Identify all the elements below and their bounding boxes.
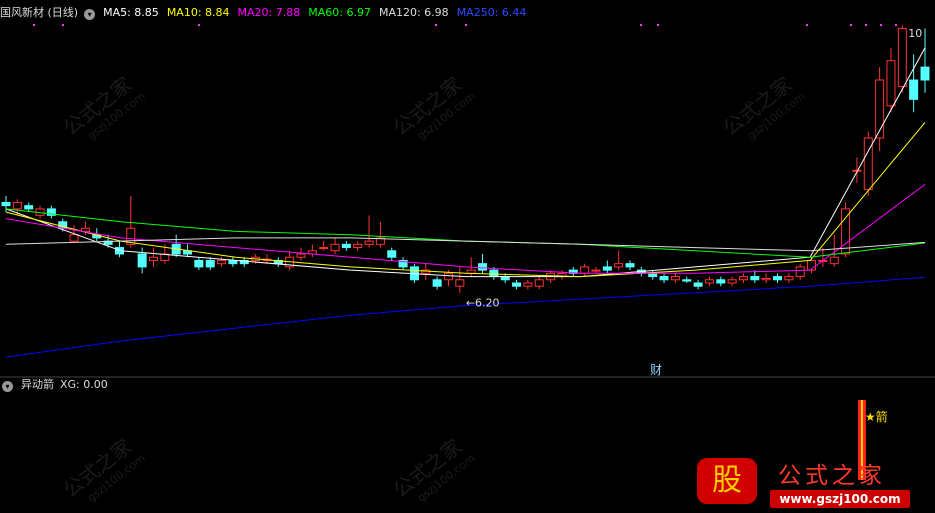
candle-body <box>523 282 533 287</box>
top-marker-dot <box>880 24 882 26</box>
candle-body <box>478 263 488 271</box>
candle-body <box>750 276 760 281</box>
logo-gu-badge: 股 <box>697 458 757 504</box>
candle-body <box>716 279 726 284</box>
candle-body <box>466 269 476 274</box>
top-marker-dot <box>640 24 642 26</box>
candle-body <box>364 240 374 245</box>
candle-body <box>217 259 227 265</box>
candle-body <box>704 279 714 284</box>
candle-body <box>148 256 158 261</box>
candle-body <box>670 276 680 281</box>
ma60-label: MA60: 6.97 <box>308 6 371 19</box>
candle-body <box>194 259 204 268</box>
logo-url: www.gszj100.com <box>770 490 910 508</box>
candle-body <box>795 266 805 278</box>
candle-body <box>841 208 851 255</box>
candle-body <box>12 201 22 210</box>
signal-label: ★箭 <box>865 409 888 424</box>
top-marker-dot <box>62 24 64 26</box>
xg-value: XG: 0.00 <box>60 378 108 391</box>
candle-body <box>534 279 544 287</box>
candle-body <box>829 256 839 265</box>
candle-body <box>727 279 737 284</box>
sub-legend: ▾ 异动箭 XG: 0.00 <box>0 377 116 393</box>
candle-body <box>648 272 658 278</box>
top-marker-dot <box>33 24 35 26</box>
top-marker-dot <box>198 24 200 26</box>
candle-body <box>341 243 351 249</box>
ma-line-ma250 <box>5 276 926 358</box>
candle-body <box>682 279 692 282</box>
candle-body <box>330 243 340 252</box>
top-marker-dot <box>895 24 897 26</box>
candle-body <box>761 277 771 281</box>
candle-body <box>24 205 34 210</box>
candle-body <box>387 250 397 258</box>
candle-body <box>614 263 624 268</box>
candle-body <box>897 27 907 87</box>
logo-text: 公式之家 <box>778 463 886 489</box>
candle-body <box>909 79 919 100</box>
indicator-title[interactable]: 异动箭 <box>21 378 54 391</box>
kline-chart: ←6.20 10 财 ★箭 <box>0 24 935 480</box>
candle-body <box>296 253 306 258</box>
candle-body <box>1 201 11 207</box>
candle-body <box>432 279 442 287</box>
candle-body <box>920 66 930 81</box>
ma120-label: MA120: 6.98 <box>378 6 449 19</box>
main-legend: 国风新材 (日线) ▾ MA5: 8.85 MA10: 8.84 MA20: 7.88 M… <box>0 5 534 21</box>
candle-body <box>693 282 703 287</box>
ma10-label: MA10: 8.84 <box>166 6 230 19</box>
chart-stage: ←6.20 10 财 ★箭 国风新材 (日线) ▾ MA5: 8.85 MA10: 8.84… <box>0 0 935 512</box>
candle-body <box>69 234 79 242</box>
candle-body <box>137 253 147 268</box>
candle-body <box>659 276 669 281</box>
top-marker-dot <box>806 24 808 26</box>
top-marker-dot <box>435 24 437 26</box>
candle-body <box>512 282 522 287</box>
candle-body <box>443 272 453 281</box>
candle-body <box>773 276 783 281</box>
candle-body <box>886 60 896 107</box>
candle-body <box>602 266 612 271</box>
top-marker-dot <box>865 24 867 26</box>
top-marker-dot <box>657 24 659 26</box>
candle-body <box>489 269 499 278</box>
candle-body <box>580 266 590 274</box>
candle-body <box>353 243 363 249</box>
candle-body <box>319 247 329 250</box>
candle-body <box>625 263 635 268</box>
ma20-label: MA20: 7.88 <box>237 6 301 19</box>
candle-body <box>228 259 238 265</box>
candle-body <box>784 276 794 281</box>
ma250-label: MA250: 6.44 <box>456 6 527 19</box>
candle-body <box>205 259 215 268</box>
candle-body <box>875 79 885 139</box>
ma5-label: MA5: 8.85 <box>103 6 159 19</box>
top-marker-dot <box>850 24 852 26</box>
finance-marker: 财 <box>650 363 662 377</box>
ma-line-ma10 <box>5 122 926 278</box>
collapse-icon[interactable]: ▾ <box>2 381 13 392</box>
high-price-label: 10 <box>908 27 922 40</box>
collapse-icon[interactable]: ▾ <box>84 9 96 20</box>
low-price-label: ←6.20 <box>466 297 500 310</box>
top-marker-dot <box>465 24 467 26</box>
candle-body <box>738 276 748 281</box>
candle-body <box>591 269 601 272</box>
stock-title[interactable]: 国风新材 (日线) <box>0 6 78 19</box>
candle-body <box>455 279 465 287</box>
